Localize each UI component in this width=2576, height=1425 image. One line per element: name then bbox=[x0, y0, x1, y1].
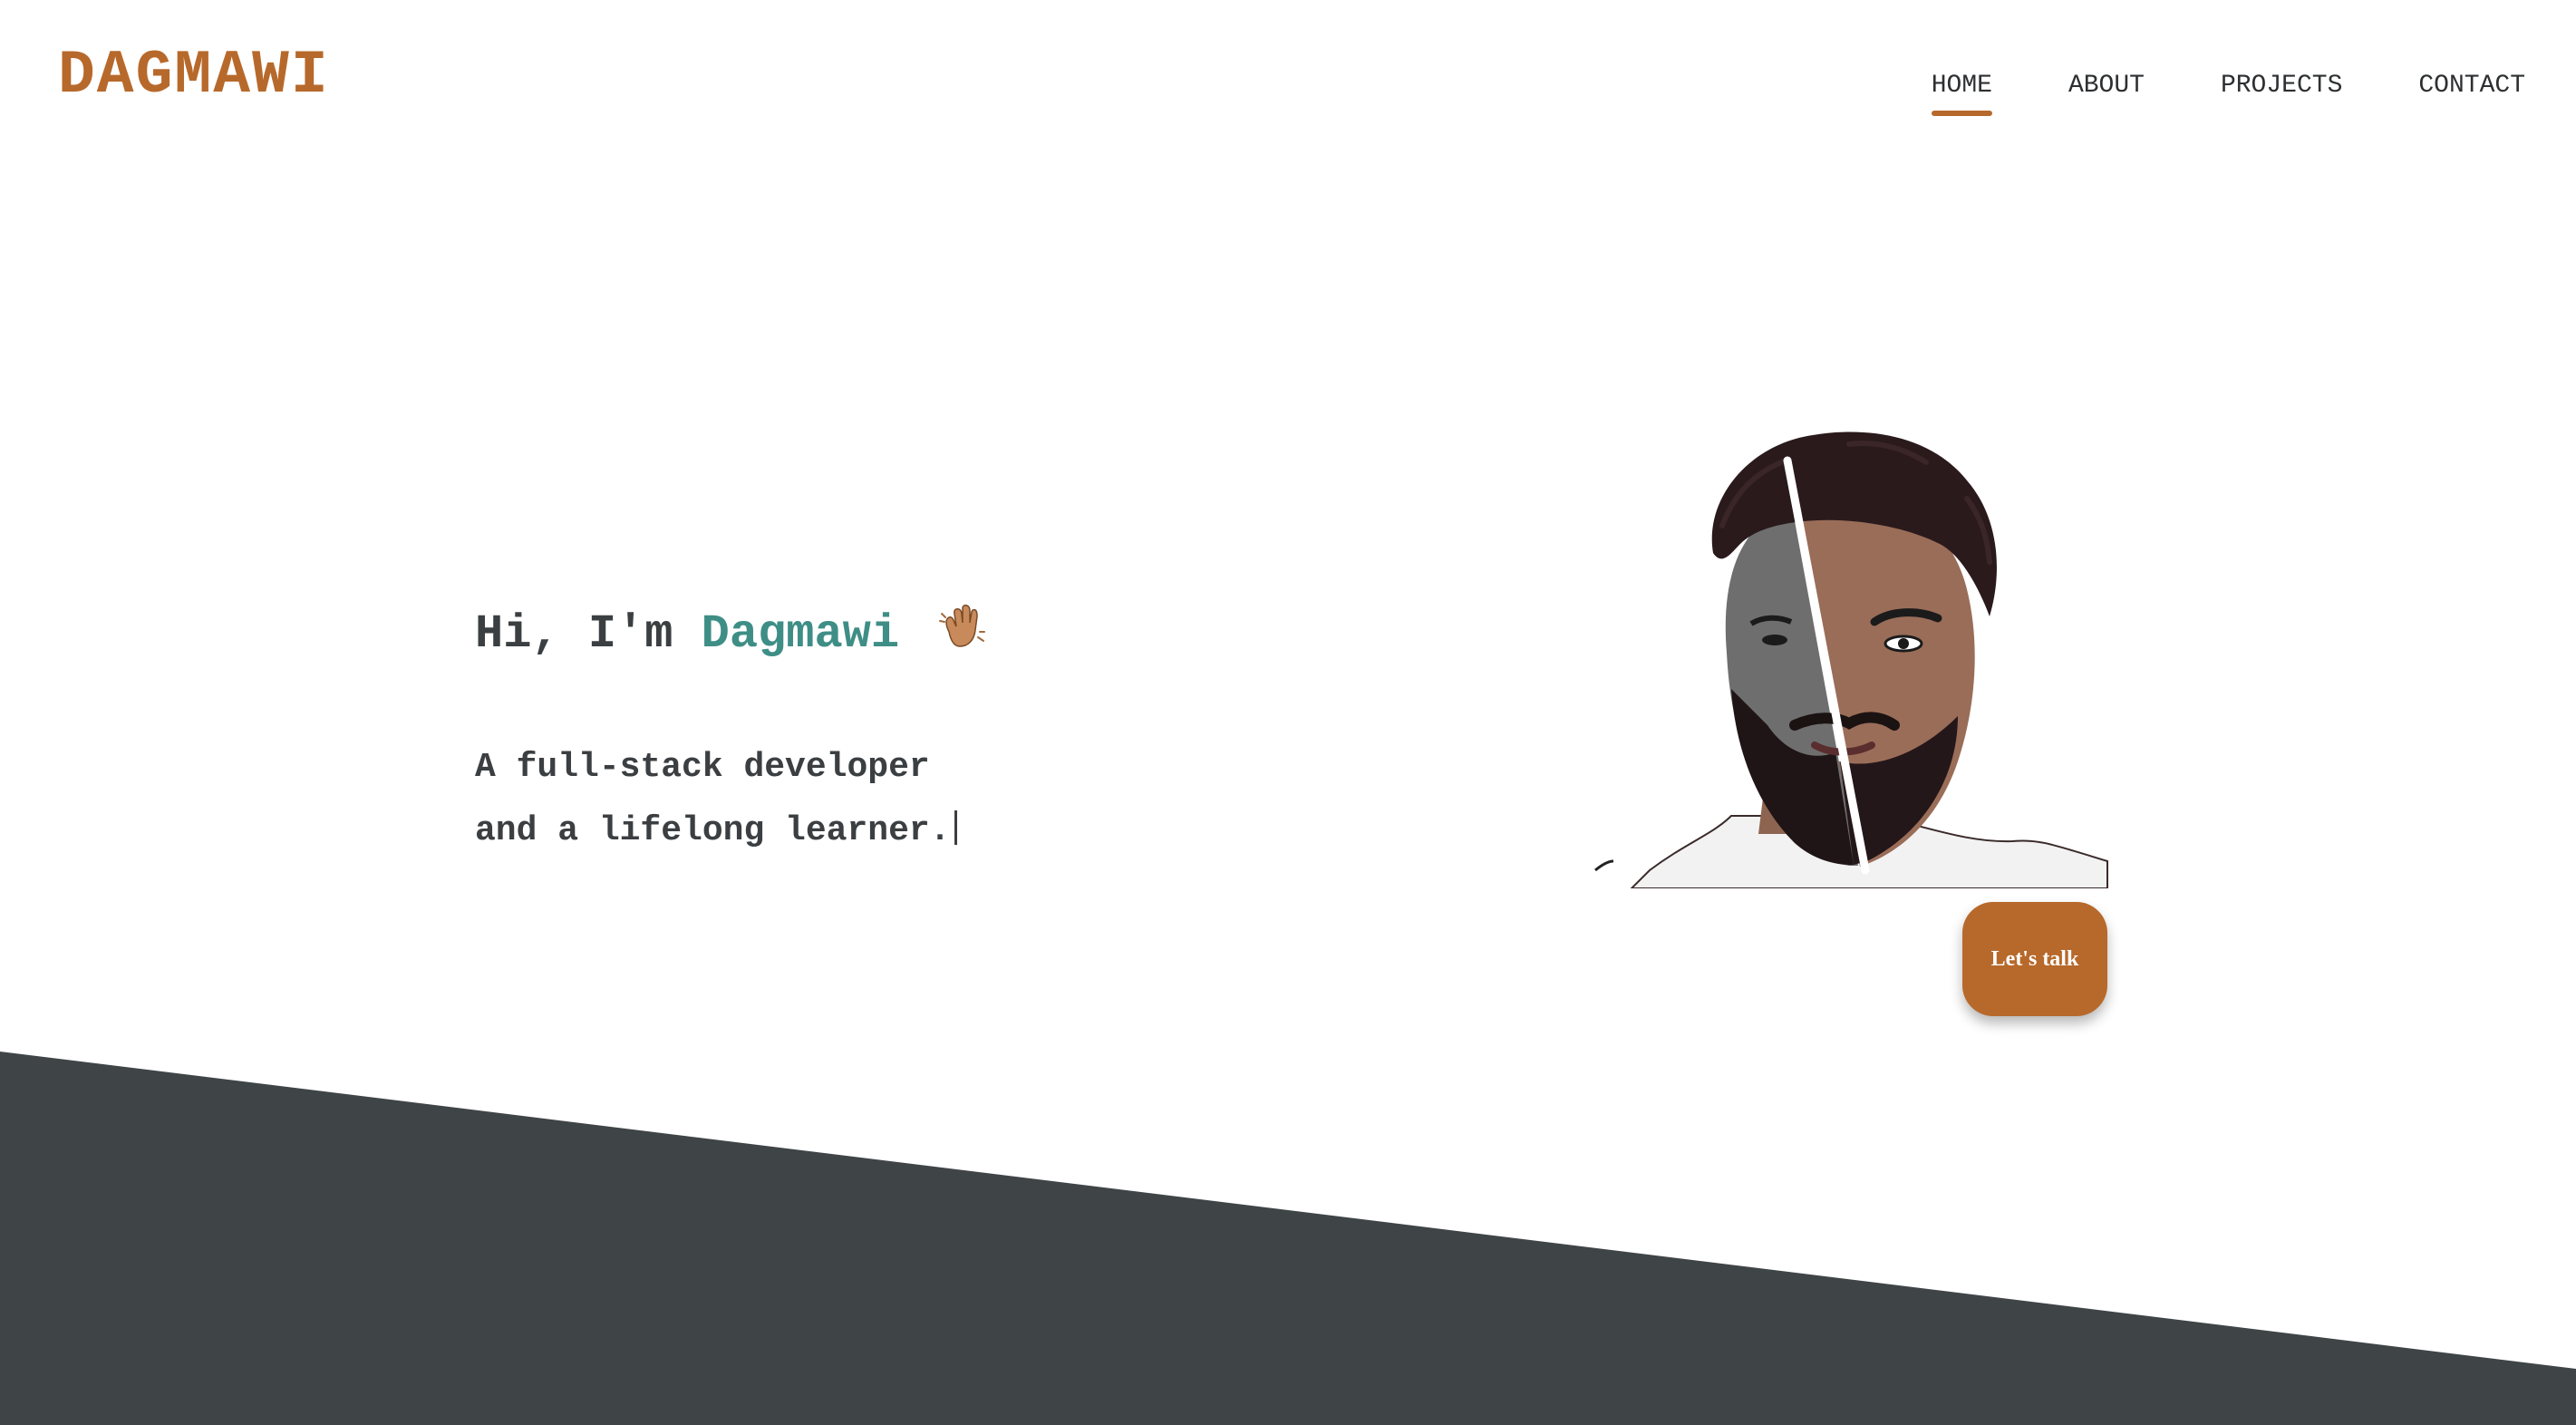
greeting-prefix: Hi, I'm bbox=[475, 607, 673, 661]
nav-item-projects[interactable]: PROJECTS bbox=[2221, 65, 2342, 107]
typing-cursor bbox=[954, 810, 957, 845]
portrait-illustration bbox=[1594, 431, 2108, 888]
main-nav: HOME ABOUT PROJECTS CONTACT bbox=[1931, 65, 2525, 116]
hero-greeting: Hi, I'm Dagmawi bbox=[475, 598, 987, 671]
tagline-line-2: and a lifelong learner. bbox=[475, 800, 957, 863]
site-logo[interactable]: DAGMAWI bbox=[58, 40, 330, 112]
tagline-line-2-text: and a lifelong learner. bbox=[475, 811, 951, 850]
waving-hand-icon bbox=[939, 604, 986, 647]
greeting-name: Dagmawi bbox=[701, 607, 900, 661]
diagonal-footer-band bbox=[0, 1052, 2576, 1425]
tagline-line-1: A full-stack developer bbox=[475, 748, 930, 787]
hero-tagline: A full-stack developer and a lifelong le… bbox=[475, 736, 957, 863]
nav-item-home[interactable]: HOME bbox=[1931, 65, 1993, 116]
nav-item-contact[interactable]: CONTACT bbox=[2418, 65, 2525, 107]
nav-item-about[interactable]: ABOUT bbox=[2068, 65, 2145, 107]
lets-talk-button[interactable]: Let's talk bbox=[1962, 902, 2107, 1016]
